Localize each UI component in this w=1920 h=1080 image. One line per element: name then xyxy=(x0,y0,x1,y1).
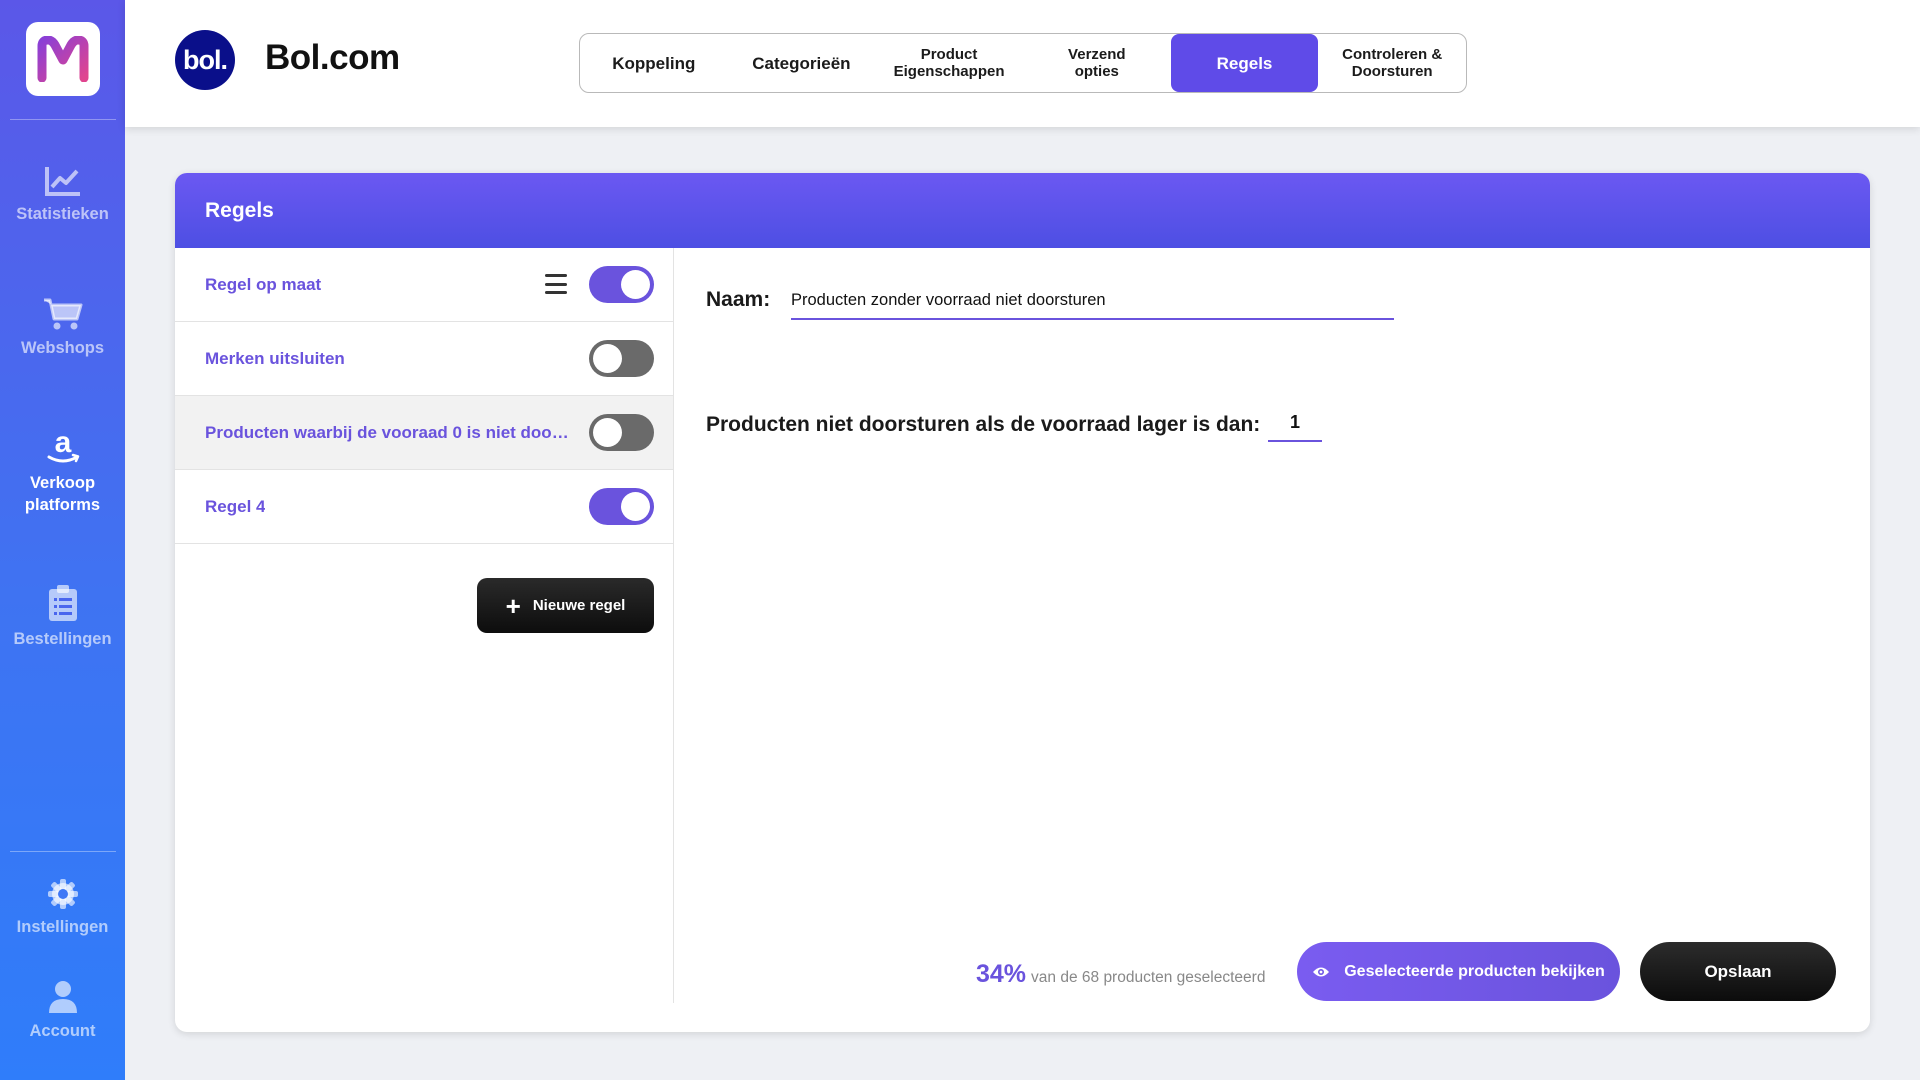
app-logo[interactable] xyxy=(26,22,100,96)
sidebar-item-label: Webshops xyxy=(20,339,105,357)
sidebar-divider xyxy=(10,119,116,120)
page-title: Bol.com xyxy=(265,38,400,77)
view-selected-products-button[interactable]: Geselecteerde producten bekijken xyxy=(1297,942,1620,1001)
sidebar: Statistieken Webshops a Verkoop platform… xyxy=(0,0,125,1080)
shopping-cart-icon xyxy=(43,298,82,330)
rule-toggle[interactable] xyxy=(589,266,654,303)
menu-icon[interactable] xyxy=(545,274,567,294)
toggle-knob xyxy=(593,418,622,447)
sidebar-divider xyxy=(10,851,116,852)
rule-label: Regel op maat xyxy=(205,274,322,294)
rule-row[interactable]: Merken uitsluiten xyxy=(175,322,673,396)
sidebar-item-label: Account xyxy=(29,1022,96,1040)
new-rule-label: Nieuwe regel xyxy=(532,597,626,614)
rule-row[interactable]: Producten waarbij de vooraad 0 is niet d… xyxy=(175,396,673,470)
rule-name-input[interactable] xyxy=(791,282,1394,320)
toggle-knob xyxy=(621,270,650,299)
sidebar-item-label: Statistieken xyxy=(16,205,109,223)
tab-bar: Koppeling Categorieën Product Eigenschap… xyxy=(579,33,1467,93)
header: bol. Bol.com Koppeling Categorieën Produ… xyxy=(125,0,1920,127)
new-rule-button[interactable]: + Nieuwe regel xyxy=(477,578,654,633)
rule-label: Producten waarbij de vooraad 0 is niet d… xyxy=(205,422,575,442)
tab-product-eigenschappen[interactable]: Product Eigenschappen xyxy=(875,34,1023,92)
tab-controleren-doorsturen[interactable]: Controleren & Doorsturen xyxy=(1318,34,1466,92)
rule-toggle[interactable] xyxy=(589,414,654,451)
tab-verzend-opties[interactable]: Verzend opties xyxy=(1023,34,1171,92)
sidebar-item-bestellingen[interactable]: Bestellingen xyxy=(0,584,125,650)
card-title: Regels xyxy=(175,173,1870,248)
sidebar-item-label: Instellingen xyxy=(16,918,109,936)
selection-text: van de 68 producten geselecteerd xyxy=(1031,969,1266,986)
bol-logo: bol. xyxy=(175,30,235,90)
sidebar-item-verkoop-platforms[interactable]: a Verkoop platforms xyxy=(0,428,125,516)
toggle-knob xyxy=(621,492,650,521)
svg-text:a: a xyxy=(54,428,71,459)
view-selected-products-label: Geselecteerde producten bekijken xyxy=(1344,962,1605,980)
plus-icon: + xyxy=(505,590,521,621)
rule-toggle[interactable] xyxy=(589,340,654,377)
tab-regels[interactable]: Regels xyxy=(1170,34,1319,92)
rule-toggle[interactable] xyxy=(589,488,654,525)
user-icon xyxy=(48,981,77,1013)
clipboard-list-icon xyxy=(48,585,77,621)
save-button[interactable]: Opslaan xyxy=(1640,942,1836,1001)
tab-koppeling[interactable]: Koppeling xyxy=(580,34,728,92)
sidebar-item-webshops[interactable]: Webshops xyxy=(0,297,125,359)
name-label: Naam: xyxy=(706,288,771,311)
toggle-knob xyxy=(593,344,622,373)
chart-line-icon xyxy=(44,167,80,196)
rule-row[interactable]: Regel 4 xyxy=(175,470,673,544)
sidebar-item-instellingen[interactable]: Instellingen xyxy=(0,878,125,938)
stock-threshold-input[interactable] xyxy=(1268,404,1322,442)
rule-row[interactable]: Regel op maat xyxy=(175,248,673,322)
selection-summary: 34% van de 68 producten geselecteerd xyxy=(976,960,1265,989)
gear-icon xyxy=(47,879,78,909)
rule-label: Merken uitsluiten xyxy=(205,348,345,368)
app-logo-icon xyxy=(37,36,89,82)
amazon-icon: a xyxy=(47,428,79,463)
rules-card: Regels Regel op maat Merken uitsluiten P… xyxy=(175,173,1870,1032)
eye-icon xyxy=(1313,967,1330,976)
rule-label: Regel 4 xyxy=(205,496,266,516)
sidebar-item-label: Bestellingen xyxy=(13,630,112,648)
sidebar-item-label: Verkoop platforms xyxy=(24,474,101,514)
tab-categorieen[interactable]: Categorieën xyxy=(728,34,876,92)
selection-percentage: 34% xyxy=(976,960,1027,988)
sidebar-item-account[interactable]: Account xyxy=(0,980,125,1042)
stock-threshold-label: Producten niet doorsturen als de voorraa… xyxy=(706,413,1261,436)
sidebar-item-statistieken[interactable]: Statistieken xyxy=(0,165,125,225)
rule-detail: Naam: Producten niet doorsturen als de v… xyxy=(675,248,1870,1032)
rules-list: Regel op maat Merken uitsluiten Producte… xyxy=(175,248,674,1003)
